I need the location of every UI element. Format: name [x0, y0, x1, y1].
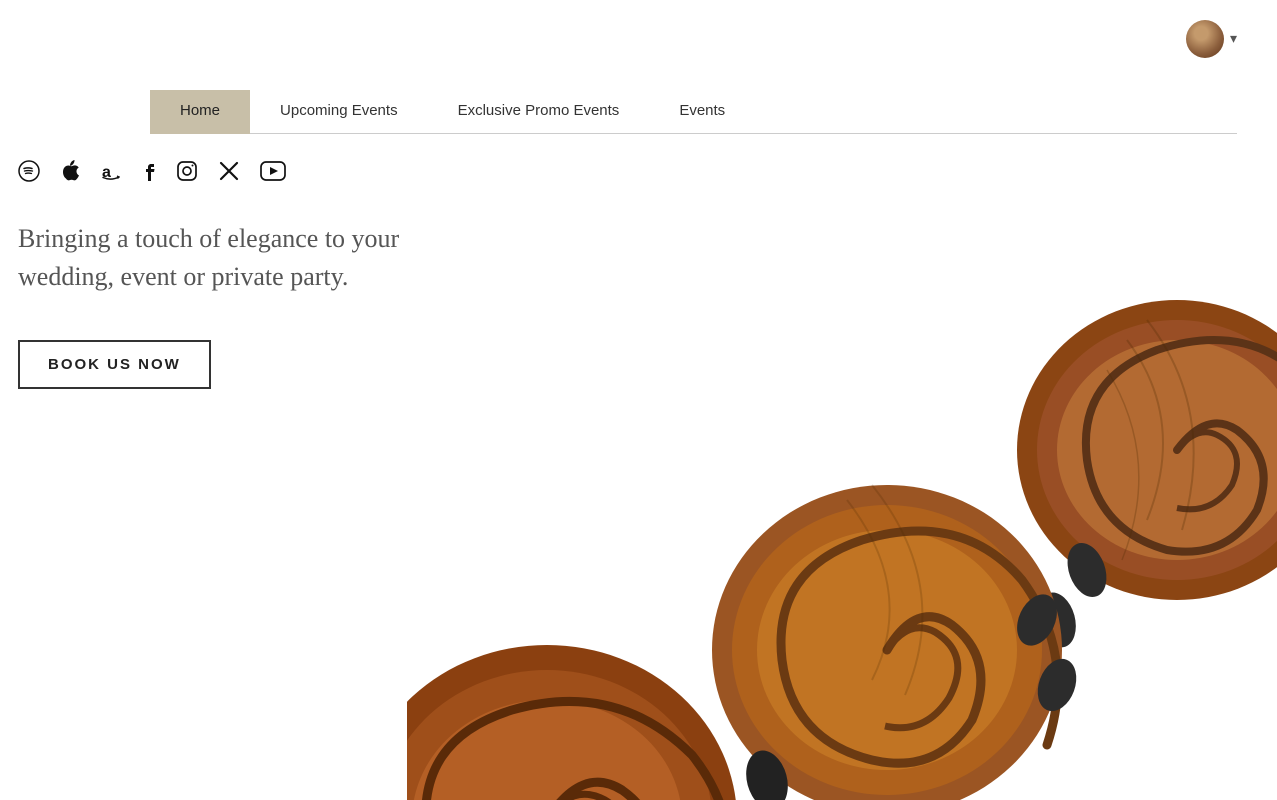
nav-item-upcoming-events[interactable]: Upcoming Events	[250, 90, 428, 134]
nav-item-events[interactable]: Events	[649, 90, 755, 134]
spotify-icon[interactable]	[18, 160, 40, 182]
facebook-icon[interactable]	[142, 160, 156, 182]
instagram-icon[interactable]	[176, 160, 198, 182]
youtube-icon[interactable]	[260, 161, 286, 181]
book-us-now-button[interactable]: BOOK US NOW	[18, 340, 211, 389]
social-bar: a	[18, 160, 286, 182]
top-bar: ▾	[1186, 20, 1237, 58]
nav-item-home[interactable]: Home	[150, 90, 250, 134]
chevron-down-icon[interactable]: ▾	[1230, 31, 1237, 48]
amazon-icon[interactable]: a	[100, 160, 122, 182]
apple-icon[interactable]	[60, 160, 80, 182]
nav-item-exclusive-promo[interactable]: Exclusive Promo Events	[428, 90, 650, 134]
main-nav: Home Upcoming Events Exclusive Promo Eve…	[150, 90, 1237, 134]
twitter-icon[interactable]	[218, 160, 240, 182]
avatar[interactable]	[1186, 20, 1224, 58]
violin-image	[407, 220, 1277, 800]
